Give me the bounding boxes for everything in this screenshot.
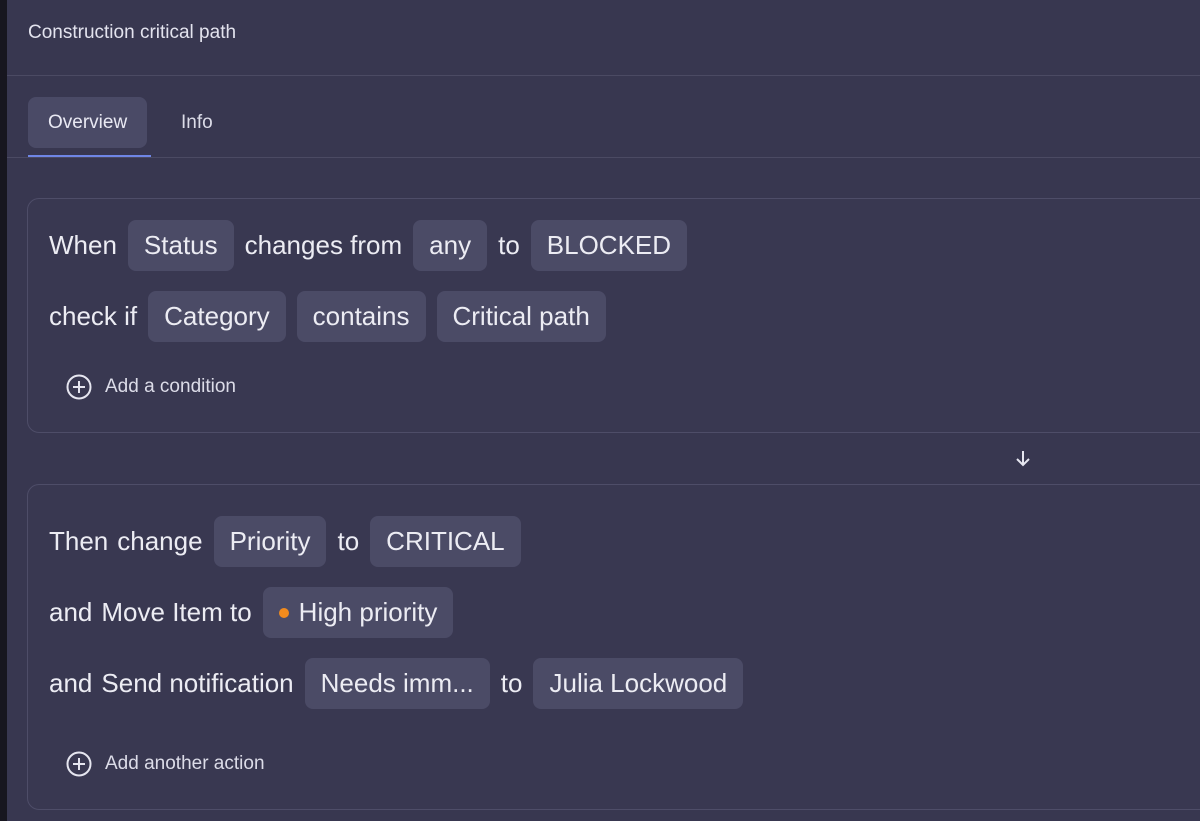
action-row-priority: Then change Priority to CRITICAL <box>49 516 532 567</box>
actions-card: Then change Priority to CRITICAL and Mov… <box>27 484 1200 810</box>
move-target-pill[interactable]: High priority <box>262 587 454 638</box>
recipient-pill[interactable]: Julia Lockwood <box>533 658 744 709</box>
condition-operator-pill[interactable]: contains <box>296 291 426 342</box>
trigger-row: When Status changes from any to BLOCKED <box>49 220 698 271</box>
changes-from-label: changes from <box>244 230 403 260</box>
to-label: to <box>500 668 523 698</box>
add-condition-button[interactable]: Add a condition <box>66 372 236 402</box>
move-item-label: Move Item to <box>101 597 252 627</box>
tab-overview[interactable]: Overview <box>28 97 148 148</box>
trigger-card: When Status changes from any to BLOCKED … <box>27 198 1200 433</box>
add-action-label: Add another action <box>105 753 265 774</box>
move-target-label: High priority <box>298 597 438 627</box>
trigger-field-pill[interactable]: Status <box>127 220 234 271</box>
page-title: Construction critical path <box>28 22 237 43</box>
active-tab-indicator <box>28 155 151 157</box>
action-value-pill[interactable]: CRITICAL <box>370 516 521 567</box>
notification-message-pill[interactable]: Needs imm... <box>304 658 490 709</box>
to-label: to <box>337 526 360 556</box>
send-notification-label: Send notification <box>101 668 294 698</box>
condition-value-pill[interactable]: Critical path <box>436 291 606 342</box>
action-field-pill[interactable]: Priority <box>213 516 327 567</box>
window-edge <box>0 0 7 821</box>
action-row-notify: and Send notification Needs imm... to Ju… <box>49 658 754 709</box>
and-label: and <box>49 597 93 627</box>
to-value-pill[interactable]: BLOCKED <box>530 220 688 271</box>
and-label: and <box>49 668 93 698</box>
add-condition-label: Add a condition <box>105 376 236 397</box>
change-label: change <box>117 526 203 556</box>
add-action-button[interactable]: Add another action <box>66 749 265 779</box>
tab-bar: Overview Info <box>7 76 1200 158</box>
then-label: Then <box>49 526 109 556</box>
action-row-move: and Move Item to High priority <box>49 587 464 638</box>
header: Construction critical path <box>7 0 1200 76</box>
check-if-label: check if <box>49 301 138 331</box>
plus-circle-icon <box>66 751 92 777</box>
from-value-pill[interactable]: any <box>413 220 488 271</box>
to-label: to <box>498 230 520 260</box>
status-dot <box>278 607 289 618</box>
plus-circle-icon <box>66 374 92 400</box>
condition-field-pill[interactable]: Category <box>148 291 286 342</box>
when-label: When <box>49 230 117 260</box>
tab-info[interactable]: Info <box>161 97 233 148</box>
condition-row: check if Category contains Critical path <box>49 291 617 342</box>
arrow-down-icon <box>1016 451 1030 467</box>
